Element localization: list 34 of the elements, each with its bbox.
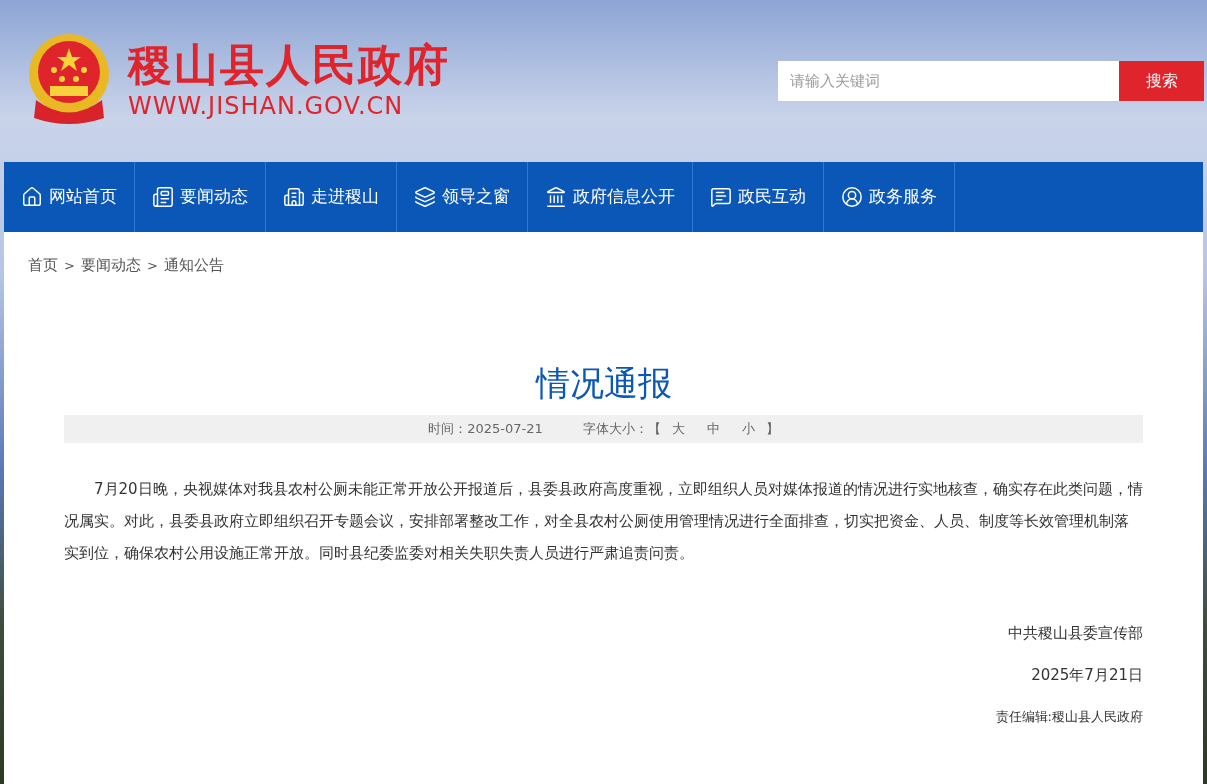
bank-icon <box>545 186 567 208</box>
nav-item[interactable]: 网站首页 <box>4 162 135 232</box>
search-field[interactable]: 请输入关键词 <box>778 61 1119 101</box>
search-button[interactable]: 搜索 <box>1119 61 1204 101</box>
nav-item[interactable]: 要闻动态 <box>135 162 266 232</box>
site-url: WWW.JISHAN.GOV.CN <box>128 91 405 121</box>
breadcrumb-separator: > <box>146 256 158 275</box>
building-icon <box>283 186 305 208</box>
article-title: 情况通报 <box>535 361 672 405</box>
signature-date: 2025年7月21日 <box>1031 664 1143 686</box>
font-size-label: 字体大小：【 <box>582 419 661 438</box>
chat-icon <box>710 186 732 208</box>
breadcrumb-link[interactable]: 要闻动态 <box>80 254 141 277</box>
nav-item[interactable]: 政民互动 <box>693 162 824 232</box>
font-size-link[interactable]: 中 <box>706 418 720 439</box>
breadcrumb-link[interactable]: 通知公告 <box>163 254 224 277</box>
user-icon <box>841 186 863 208</box>
breadcrumb-link[interactable]: 首页 <box>28 254 58 277</box>
newspaper-icon <box>152 186 174 208</box>
font-size-link[interactable]: 大 <box>671 418 685 439</box>
signature: 中共稷山县委宣传部 <box>1008 622 1143 644</box>
nav-item[interactable]: 领导之窗 <box>397 162 528 232</box>
nav-item[interactable]: 走进稷山 <box>266 162 397 232</box>
article-body: 7月20日晚，央视媒体对我县农村公厕未能正常开放公开报道后，县委县政府高度重视，立即组织人员对媒体报道的情况进行实地核查，确实存在此类问题，情况属实。对此，县委县政府立即组织召开专题会议，安排部署整改工作，对全县农村公厕使用管理情况进行全面排查，切实把资金、人员、制度等长效管理机制落实到位，确保农村公用设施正常开放。同时县纪委监委对相关失职失责人员进行严肃追责问责。 <box>64 478 1143 564</box>
editor-credit: 责任编辑:稷山县人民政府 <box>995 707 1143 726</box>
site-title: 稷山县人民政府 <box>128 39 450 91</box>
layers-icon <box>414 186 436 208</box>
publish-time: 时间：2025-07-21 <box>428 419 543 438</box>
house-icon <box>21 186 43 208</box>
nav-item[interactable]: 政府信息公开 <box>528 162 693 232</box>
nav-item[interactable]: 政务服务 <box>824 162 955 232</box>
breadcrumb-separator: > <box>64 256 75 275</box>
font-size-link[interactable]: 小 <box>741 418 755 439</box>
bracket-end: 】 <box>765 419 779 438</box>
